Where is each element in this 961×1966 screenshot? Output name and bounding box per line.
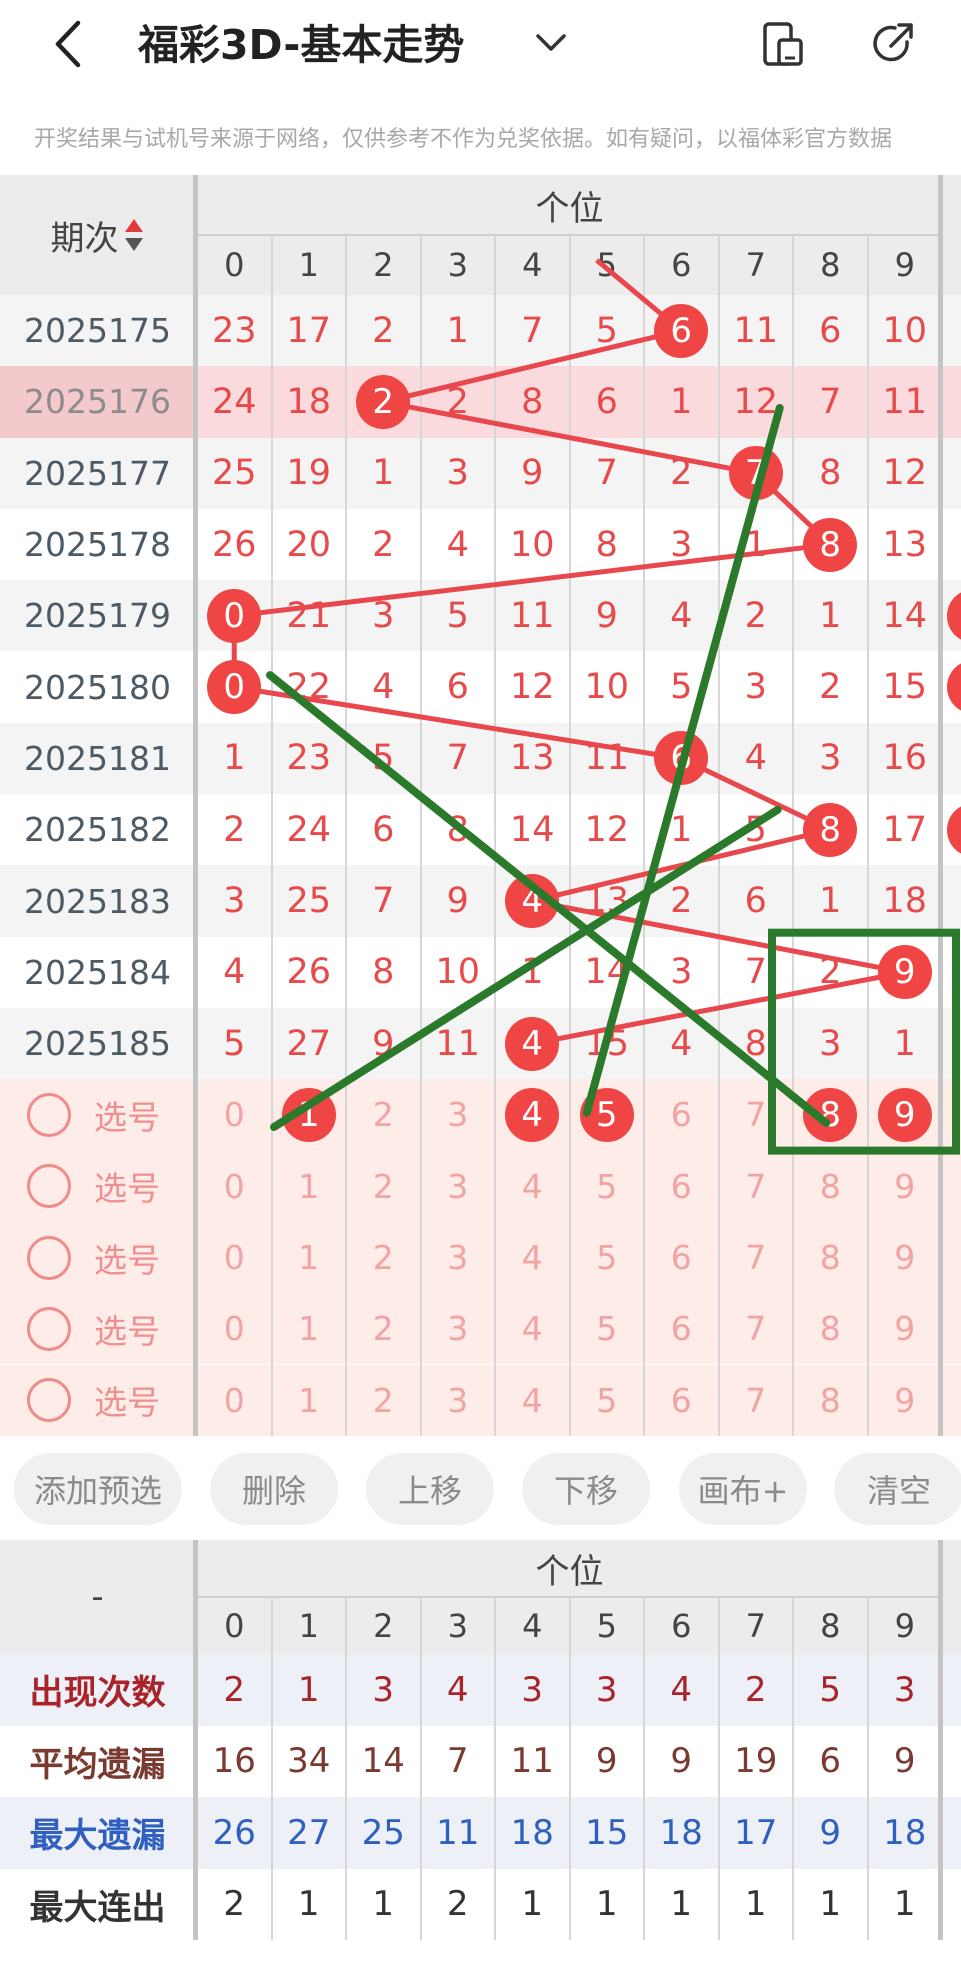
stat-value: 9 [670, 1741, 693, 1782]
stat-value: 1 [819, 1884, 842, 1925]
stats-column-divider [345, 1597, 347, 1940]
data-source-notice: 开奖结果与试机号来源于网络，仅供参考不作为兑奖依据。如有疑问，以福体彩官方数据 [34, 127, 893, 152]
top-bar: 福彩3D-基本走势 [0, 0, 961, 90]
stats-digit-header: 7 [745, 1606, 766, 1645]
stats-digit-header: 2 [373, 1606, 394, 1645]
stats-digit-header: 8 [820, 1606, 841, 1645]
stats-digit-header: 1 [298, 1606, 319, 1645]
stat-value: 1 [595, 1884, 618, 1925]
stat-value: 1 [297, 1884, 320, 1925]
delete-button[interactable]: 删除 [210, 1453, 338, 1525]
drawing-annotation-overlay [266, 403, 960, 1155]
action-button-bar: 添加预选 删除 上移 下移 画布+ 清空 [0, 1437, 961, 1540]
share-icon [873, 23, 913, 62]
stats-digit-header: 4 [522, 1606, 543, 1645]
stats-column-divider [938, 1540, 943, 1940]
stat-value: 16 [212, 1741, 256, 1782]
move-down-button[interactable]: 下移 [522, 1453, 650, 1525]
title-dropdown-toggle[interactable] [530, 18, 572, 68]
stats-column-divider [717, 1597, 720, 1940]
stat-value: 2 [223, 1884, 246, 1925]
statistics-table: - 个位 0 1 2 3 4 5 6 7 8 9 出现次数 2 1 3 4 3 3 4 2 5 3 平均遗漏 16 34 14 7 11… [0, 1540, 961, 1966]
stat-value: 18 [510, 1812, 554, 1853]
stats-digit-header: 6 [671, 1606, 692, 1645]
stats-digit-header: 3 [447, 1606, 468, 1645]
stat-value: 4 [446, 1669, 469, 1710]
stat-value: 26 [212, 1812, 256, 1853]
stat-value: 34 [287, 1741, 331, 1782]
stat-value: 19 [734, 1741, 778, 1782]
canvas-plus-button[interactable]: 画布+ [679, 1453, 807, 1525]
stat-value: 2 [223, 1669, 246, 1710]
stats-column-divider [494, 1597, 496, 1940]
stat-value: 1 [744, 1884, 767, 1925]
phone-view-button[interactable] [755, 16, 811, 72]
stat-value: 18 [883, 1812, 927, 1853]
clear-button[interactable]: 清空 [834, 1453, 961, 1525]
stats-column-divider [419, 1597, 422, 1940]
stat-row-label: 最大遗漏 [29, 1816, 166, 1857]
stat-value: 9 [819, 1812, 842, 1853]
stat-value: 2 [446, 1884, 469, 1925]
stat-row-label: 出现次数 [29, 1673, 166, 1714]
stat-value: 15 [585, 1812, 629, 1853]
stat-value: 7 [446, 1741, 469, 1782]
stats-column-divider [568, 1597, 571, 1940]
stats-corner-cell: - [91, 1577, 104, 1617]
stat-value: 3 [893, 1669, 916, 1710]
add-preselect-button[interactable]: 添加预选 [14, 1453, 182, 1525]
stats-column-divider [270, 1597, 273, 1940]
stat-value: 1 [893, 1884, 916, 1925]
stat-value: 14 [361, 1741, 405, 1782]
stat-value: 25 [361, 1812, 405, 1853]
share-button[interactable] [865, 16, 921, 72]
chevron-down-icon [536, 34, 566, 51]
back-arrow-icon [55, 20, 81, 68]
trend-grid: 期次 个位 0 1 2 3 4 5 6 7 8 9 2025175 2025176 2025177 20251… [0, 175, 961, 1437]
stat-row-label: 平均遗漏 [29, 1744, 166, 1785]
annotation-box [768, 928, 960, 1155]
stat-value: 4 [670, 1669, 693, 1710]
annotation-stroke [266, 671, 831, 1127]
stat-value: 2 [744, 1669, 767, 1710]
stat-value: 3 [372, 1669, 395, 1710]
move-up-button[interactable]: 上移 [366, 1453, 494, 1525]
stat-value: 1 [297, 1669, 320, 1710]
stat-value: 6 [819, 1741, 842, 1782]
stat-value: 18 [659, 1812, 703, 1853]
stat-value: 9 [595, 1741, 618, 1782]
stats-digit-header: 5 [596, 1606, 617, 1645]
stat-row-label: 最大连出 [29, 1887, 166, 1928]
stat-value: 1 [372, 1884, 395, 1925]
stat-value: 17 [734, 1812, 778, 1853]
stats-column-divider [792, 1597, 794, 1940]
back-button[interactable] [40, 14, 100, 74]
stat-value: 11 [436, 1812, 480, 1853]
stats-digit-header: 9 [894, 1606, 915, 1645]
stat-value: 1 [670, 1884, 693, 1925]
stat-value: 27 [287, 1812, 331, 1853]
stat-value: 1 [521, 1884, 544, 1925]
stats-digit-group-header: 个位 [535, 1552, 604, 1592]
stat-value: 9 [893, 1741, 916, 1782]
stats-column-divider [193, 1540, 198, 1940]
app-root: 福彩3D-基本走势 开奖结果与试机号来源于网络，仅供参考不作为兑奖依据。如有疑问… [0, 0, 961, 1966]
phone-view-icon [763, 22, 803, 66]
stats-digit-header: 0 [224, 1606, 245, 1645]
annotation-stroke [270, 805, 782, 1131]
page-title: 福彩3D-基本走势 [138, 21, 465, 69]
stat-value: 5 [819, 1669, 842, 1710]
stat-value: 3 [595, 1669, 618, 1710]
stats-column-divider [643, 1597, 645, 1940]
stat-value: 3 [521, 1669, 544, 1710]
stat-value: 11 [510, 1741, 554, 1782]
stats-column-divider [866, 1597, 869, 1940]
